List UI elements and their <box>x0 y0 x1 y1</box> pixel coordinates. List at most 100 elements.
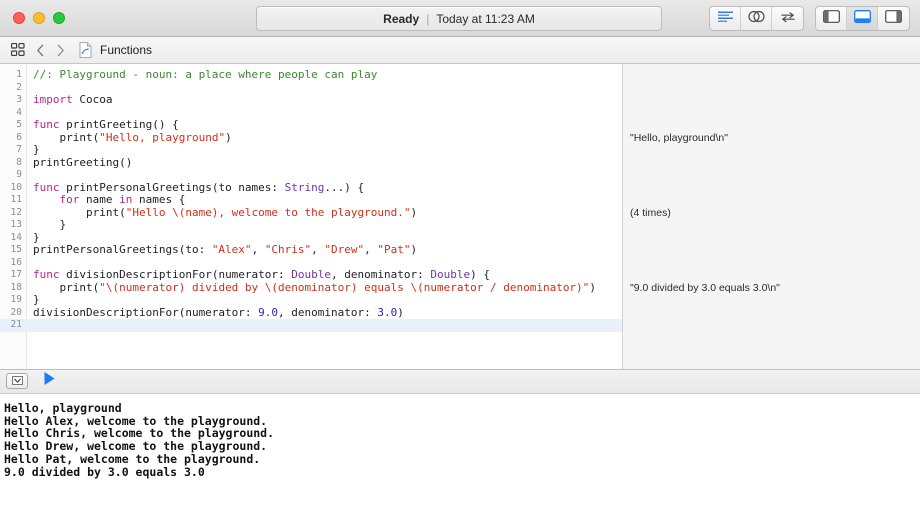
source-editor[interactable]: 1 //: Playground - noun: a place where pe… <box>0 64 623 369</box>
maximize-button[interactable] <box>53 12 65 24</box>
token-kw: func <box>33 180 60 194</box>
token-str: "Alex" <box>211 243 252 256</box>
token-plain: } <box>33 230 40 244</box>
token-comment: //: Playground - noun: a place where peo… <box>33 68 378 81</box>
related-items-icon[interactable] <box>7 39 29 61</box>
token-plain: } <box>33 143 40 156</box>
line-number: 13 <box>10 219 22 230</box>
code-line[interactable]: 20 divisionDescriptionFor(numerator: 9.0,… <box>0 305 622 320</box>
chevron-left-icon[interactable] <box>32 39 49 61</box>
code-line[interactable]: 13 } <box>0 218 622 232</box>
token-str: "Hello \(name), welcome to the playgroun… <box>125 205 411 219</box>
token-str: "\(numerator) divided by \(denominator) … <box>99 280 590 294</box>
utilities-toggle-button[interactable] <box>878 7 909 30</box>
code-line[interactable]: 18 print("\(numerator) divided by \(deno… <box>0 280 622 295</box>
line-content: divisionDescriptionFor(numerator: 9.0, d… <box>0 305 404 320</box>
token-plain: divisionDescriptionFor(numerator: <box>33 305 259 319</box>
code-line[interactable]: 21 <box>0 319 622 332</box>
line-number: 20 <box>10 306 22 318</box>
code-line[interactable]: 3 import Cocoa <box>0 93 622 107</box>
line-number: 1 <box>16 69 22 80</box>
code-line[interactable]: 1 //: Playground - noun: a place where pe… <box>0 68 622 82</box>
token-kw: in <box>119 193 133 206</box>
console-output[interactable]: Hello, playground Hello Alex, welcome to … <box>0 393 920 516</box>
token-plain: Cocoa <box>72 93 113 106</box>
token-type: Double <box>291 268 332 281</box>
token-plain: , denominator: <box>278 305 378 319</box>
left-panel-icon <box>822 9 840 28</box>
close-button[interactable] <box>13 12 25 24</box>
token-plain: printPersonalGreetings(to: <box>33 243 212 256</box>
chevron-right-icon[interactable] <box>52 39 69 61</box>
navigator-toggle-button[interactable] <box>816 7 847 30</box>
result-value[interactable]: (4 times) <box>630 207 671 219</box>
line-number: 15 <box>10 244 22 255</box>
chevron-down-box-icon <box>11 372 23 390</box>
line-number: 5 <box>16 119 22 130</box>
results-sidebar[interactable]: "Hello, playground\n" (4 times) "9.0 divid… <box>623 64 920 369</box>
line-number: 14 <box>10 231 22 243</box>
status-bar[interactable]: Ready | Today at 11:23 AM <box>256 6 662 31</box>
line-number: 2 <box>16 81 22 93</box>
token-plain: divisionDescriptionFor(numerator: <box>59 268 292 281</box>
console-line: Hello Pat, welcome to the playground. <box>4 452 261 467</box>
line-number: 4 <box>16 106 22 118</box>
code-line[interactable]: 8 printGreeting() <box>0 156 622 170</box>
token-plain: } <box>33 293 40 306</box>
play-triangle-icon <box>43 371 56 391</box>
toolbar-right <box>709 6 910 31</box>
result-value[interactable]: "Hello, playground\n" <box>630 132 728 144</box>
token-type: Double <box>430 268 471 281</box>
line-content: printPersonalGreetings(to: "Alex", "Chri… <box>0 243 417 257</box>
token-num: 9.0 <box>258 305 279 319</box>
token-plain: , <box>311 243 325 256</box>
token-plain: ) { <box>470 268 491 281</box>
venn-icon <box>747 10 765 28</box>
xcode-playground-window: Ready | Today at 11:23 AM Functions 1 //… <box>0 0 920 516</box>
token-plain: , <box>364 243 378 256</box>
status-separator: | <box>426 11 430 26</box>
line-number: 8 <box>16 156 22 168</box>
token-plain: printPersonalGreetings(to names: <box>59 180 285 194</box>
code-line[interactable]: 12 print("Hello \(name), welcome to the … <box>0 205 622 220</box>
token-kw: func <box>33 118 60 131</box>
line-number: 6 <box>16 131 22 143</box>
token-plain: ) <box>589 280 596 294</box>
code-line[interactable]: 6 print("Hello, playground") <box>0 130 622 145</box>
line-number: 7 <box>16 144 22 155</box>
token-plain: ) <box>225 130 232 144</box>
token-type: String <box>284 180 325 194</box>
title-bar: Ready | Today at 11:23 AM <box>0 0 920 37</box>
token-plain: , denominator: <box>331 268 431 281</box>
right-panel-icon <box>885 9 902 28</box>
playground-file-icon[interactable] <box>75 39 95 61</box>
version-editor-button[interactable] <box>772 7 803 30</box>
execute-playground-button[interactable] <box>40 372 58 390</box>
status-time: Today at 11:23 AM <box>436 11 535 26</box>
token-plain: name <box>79 193 120 206</box>
jump-bar: Functions <box>0 37 920 64</box>
line-number: 9 <box>16 169 22 180</box>
token-plain: print( <box>33 205 126 219</box>
minimize-button[interactable] <box>33 12 45 24</box>
lines-icon <box>717 10 733 28</box>
token-plain: print( <box>33 130 100 144</box>
breadcrumb-label[interactable]: Functions <box>100 43 152 57</box>
code-lines[interactable]: 1 //: Playground - noun: a place where pe… <box>0 64 622 332</box>
debug-area-toggle-button[interactable] <box>847 7 878 30</box>
standard-editor-button[interactable] <box>710 7 741 30</box>
result-value[interactable]: "9.0 divided by 3.0 equals 3.0\n" <box>630 282 780 294</box>
token-kw: func <box>33 268 60 281</box>
token-plain: ) <box>410 205 418 219</box>
line-number: 12 <box>10 206 22 218</box>
hide-console-button[interactable] <box>6 372 28 390</box>
console-line: Hello, playground <box>4 400 122 415</box>
arrows-icon <box>780 10 796 28</box>
line-number: 10 <box>10 181 22 193</box>
assistant-editor-button[interactable] <box>741 7 772 30</box>
editor-mode-group <box>709 6 804 31</box>
token-str: "Chris" <box>264 243 312 256</box>
line-number: 21 <box>10 319 22 330</box>
code-line[interactable]: 15 printPersonalGreetings(to: "Alex", "Ch… <box>0 243 622 257</box>
token-str: "Drew" <box>324 243 365 256</box>
